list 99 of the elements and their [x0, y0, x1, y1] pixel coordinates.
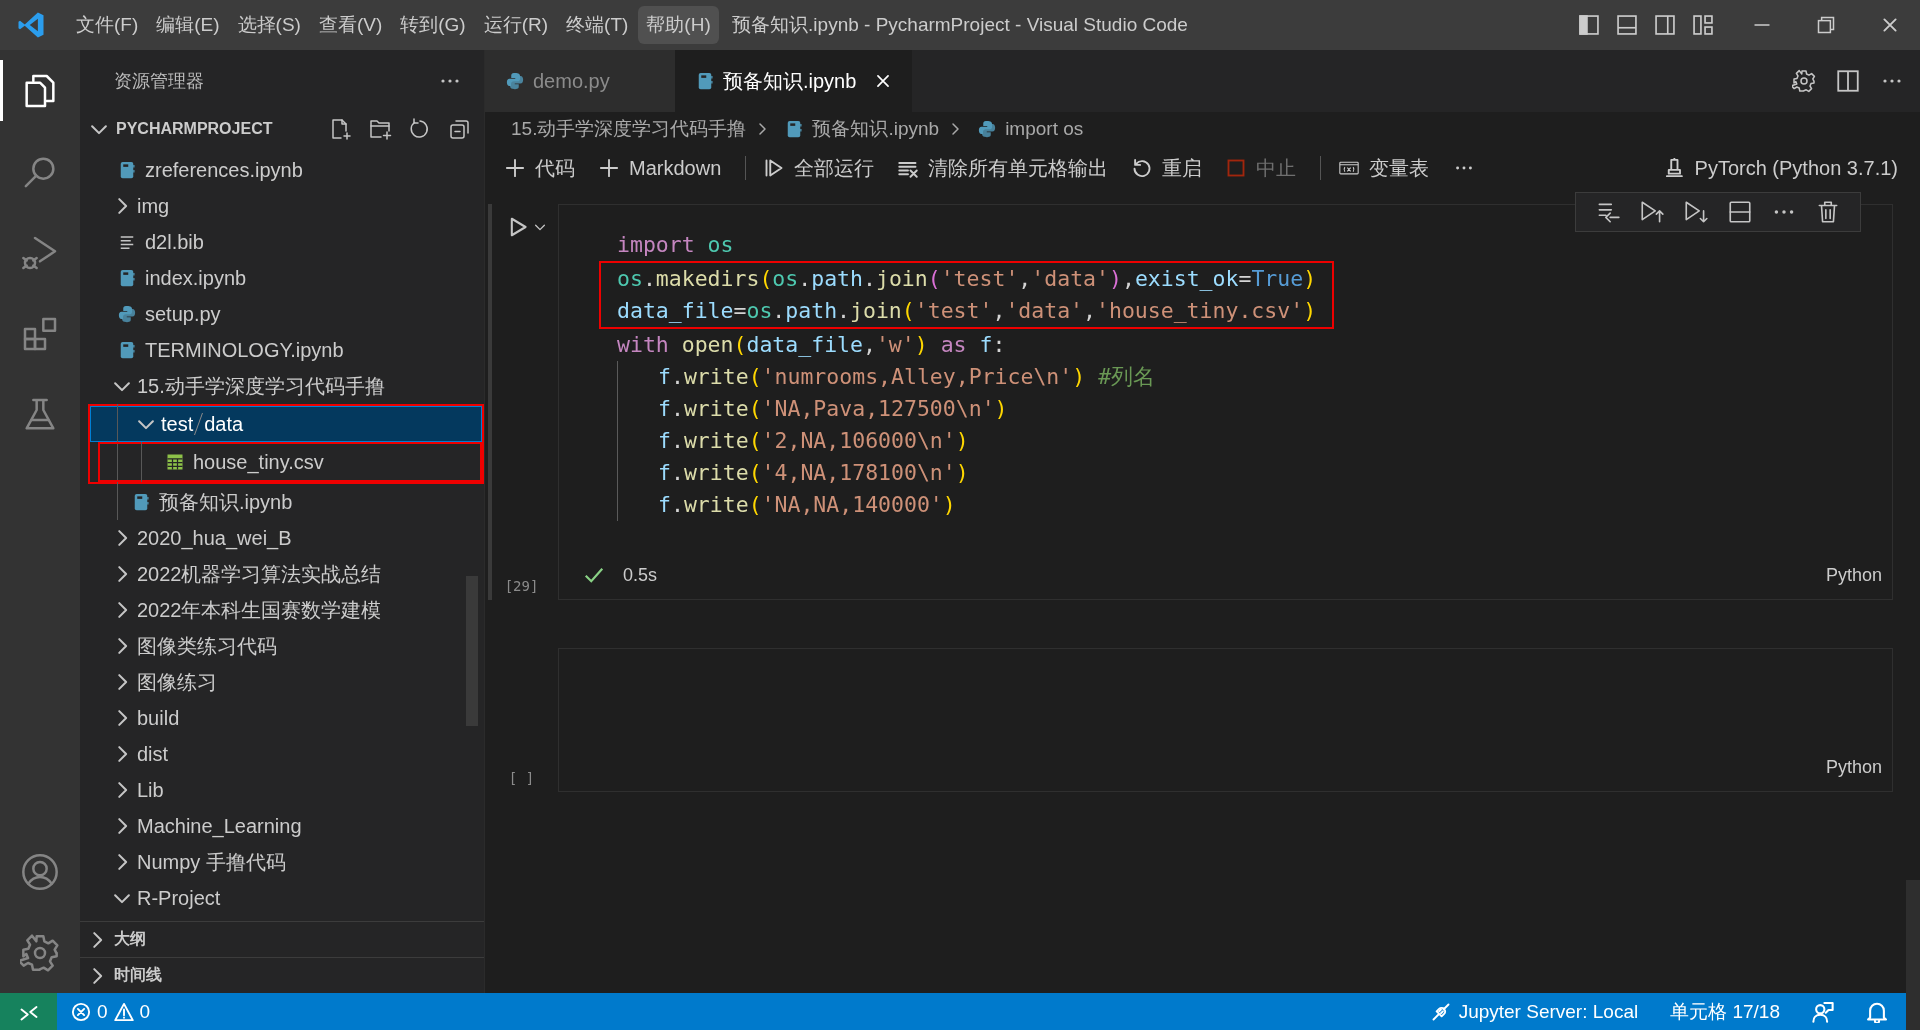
restore-icon[interactable] — [1816, 15, 1836, 35]
code-line: data_file=os.path.join('test','data','house_tiny.csv') — [617, 297, 1317, 325]
python-file-icon — [505, 71, 525, 91]
restart-icon — [1132, 158, 1153, 178]
menu-item[interactable]: 文件(F) — [68, 6, 147, 44]
section-title: PYCHARMPROJECT — [116, 120, 274, 138]
code-line: import os — [616, 231, 735, 259]
tree-item[interactable]: 预备知识.ipynb — [80, 484, 484, 520]
tree-item[interactable]: dist — [80, 736, 484, 772]
tree-item[interactable]: 图像类练习代码 — [80, 628, 484, 664]
section-title: 大纲 — [114, 929, 146, 949]
split-cell-icon[interactable] — [1727, 199, 1753, 225]
code-cell[interactable]: Python — [558, 648, 1893, 792]
sidebar-layout-icon[interactable] — [1578, 14, 1600, 36]
run-above-icon[interactable] — [1639, 199, 1665, 225]
menu-item[interactable]: 选择(S) — [229, 6, 309, 44]
section-header[interactable]: 大纲 — [80, 921, 484, 957]
code-cell[interactable] — [558, 204, 1893, 600]
tree-item[interactable]: Numpy 手撸代码 — [80, 844, 484, 880]
spreadsheet-file-icon — [165, 452, 185, 472]
split-editor-icon[interactable] — [1836, 69, 1860, 93]
panel-layout-icon[interactable] — [1616, 14, 1638, 36]
menu-item[interactable]: 运行(R) — [475, 6, 557, 44]
editor-tab[interactable]: 预备知识.ipynb — [675, 50, 913, 112]
tree-item[interactable]: R-Project — [80, 880, 484, 916]
breadcrumb-item[interactable]: import os — [971, 118, 1084, 140]
tree-item[interactable]: d2l.bib — [80, 224, 484, 260]
tree-item[interactable]: Machine_Learning — [80, 808, 484, 844]
status-item[interactable]: 单元格 17/18 — [1670, 998, 1780, 1025]
toolbar-button[interactable]: 全部运行 — [764, 154, 875, 182]
code-line: with open(data_file,'w') as f: — [616, 331, 1007, 359]
tree-item[interactable]: test data — [90, 406, 482, 442]
menu-item[interactable]: 终端(T) — [558, 6, 637, 44]
kernel-picker[interactable]: PyTorch (Python 3.7.1) — [1664, 156, 1898, 180]
window-title: 预备知识.ipynb - PycharmProject - Visual Studio Code — [732, 13, 1188, 37]
python-symbol-icon — [977, 119, 998, 139]
tree-item[interactable]: img — [80, 188, 484, 224]
section-header[interactable]: PYCHARMPROJECT — [80, 112, 484, 146]
editor-tab[interactable]: demo.py — [485, 50, 675, 112]
breadcrumb-item[interactable]: 15.动手学深度学习代码手撸 — [511, 116, 747, 142]
code-line: f.write('NA,Pava,127500\n') — [617, 393, 1892, 425]
section-title: 时间线 — [114, 965, 162, 985]
tree-item[interactable]: zreferences.ipynb — [80, 152, 484, 188]
toolbar-button[interactable]: 代码 — [505, 154, 575, 182]
stop-icon — [1226, 158, 1247, 178]
code-line: f.write('numrooms,Alley,Price\n') #列名 — [617, 361, 1892, 393]
run-all-icon — [764, 158, 785, 178]
settings-icon[interactable] — [1792, 69, 1816, 93]
tree-item[interactable]: 2022机器学习算法实战总结 — [80, 556, 484, 592]
tree-item[interactable]: setup.py — [80, 296, 484, 332]
remote-button[interactable] — [0, 993, 57, 1030]
language-label[interactable]: Python — [1825, 756, 1882, 778]
plug-icon — [1430, 1001, 1451, 1022]
python-file-icon — [117, 304, 137, 324]
execution-count: [ ] — [508, 770, 535, 786]
feedback-icon[interactable] — [1812, 1000, 1834, 1023]
breadcrumb-item[interactable]: 预备知识.ipynb — [778, 116, 940, 142]
active-indicator — [0, 60, 3, 121]
new-folder-icon[interactable] — [368, 117, 392, 141]
computer-icon — [1664, 158, 1685, 178]
account-icon[interactable] — [20, 851, 60, 892]
secondary-sidebar-layout-icon[interactable] — [1654, 14, 1676, 36]
tree-item[interactable]: index.ipynb — [80, 260, 484, 296]
plus-icon — [505, 158, 525, 178]
customize-layout-icon[interactable] — [1692, 14, 1714, 36]
error-icon — [71, 1001, 91, 1022]
sidebar-title: 资源管理器 — [114, 70, 204, 93]
close-icon[interactable] — [1880, 15, 1900, 35]
run-below-icon[interactable] — [1683, 199, 1709, 225]
problems-button[interactable]: 0 0 — [71, 1000, 151, 1023]
collapse-icon[interactable] — [448, 117, 472, 141]
bell-icon[interactable] — [1866, 1000, 1888, 1023]
tree-item[interactable]: TERMINOLOGY.ipynb — [80, 332, 484, 368]
code-line: f.write('2,NA,106000\n') — [617, 425, 1892, 457]
run-duration: 0.5s — [623, 564, 658, 586]
warning-icon — [113, 1001, 134, 1022]
tree-item[interactable]: 15.动手学深度学习代码手撸 — [80, 368, 484, 404]
toolbar-button[interactable]: 重启 — [1132, 154, 1203, 182]
tree-item[interactable]: house_tiny.csv — [100, 444, 480, 480]
toolbar-button[interactable]: 变量表 — [1339, 154, 1430, 182]
menu-item[interactable]: 查看(V) — [310, 6, 391, 44]
menu-item[interactable]: 编辑(E) — [148, 6, 228, 44]
execution-count: [29] — [504, 578, 539, 594]
tree-item[interactable]: 图像练习 — [80, 664, 484, 700]
toolbar-button[interactable]: 清除所有单元格输出 — [898, 154, 1109, 182]
status-item[interactable]: Jupyter Server: Local — [1430, 1000, 1639, 1023]
code-line: os.makedirs(os.path.join('test','data'),exist_ok=True) — [617, 265, 1317, 293]
tree-item[interactable]: 2022年本科生国赛数学建模 — [80, 592, 484, 628]
tree-item[interactable]: 2020_hua_wei_B — [80, 520, 484, 556]
menu-item[interactable]: 转到(G) — [392, 6, 474, 44]
tree-item[interactable]: build — [80, 700, 484, 736]
app-logo-icon — [16, 10, 46, 40]
code-line: f.write('NA,NA,140000') — [617, 489, 1892, 521]
plus-icon — [599, 158, 619, 178]
code-line: f.write('4,NA,178100\n') — [617, 457, 1892, 489]
toolbar-button[interactable]: Markdown — [599, 156, 722, 180]
language-label[interactable]: Python — [1825, 564, 1882, 586]
menu-item[interactable]: 帮助(H) — [638, 6, 719, 44]
tree-item[interactable]: Lib — [80, 772, 484, 808]
